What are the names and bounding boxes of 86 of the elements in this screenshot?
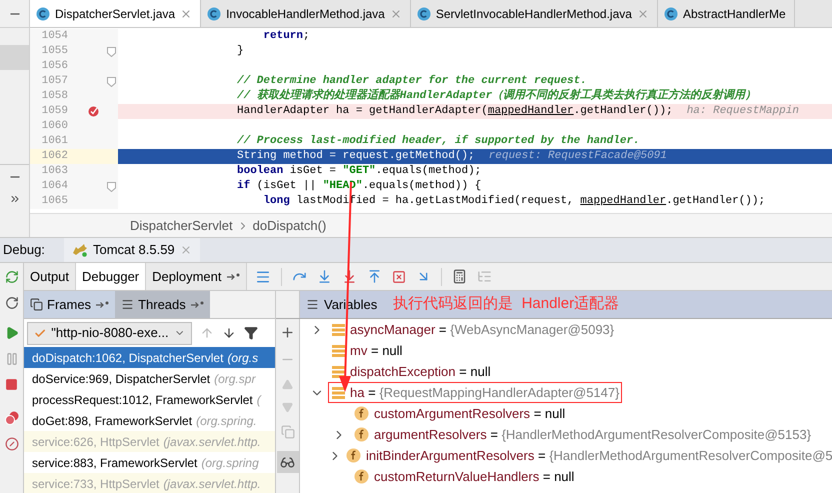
- line-number: 1059: [40, 104, 68, 119]
- pin-arrow-icon[interactable]: [190, 300, 204, 308]
- breakpoint-icon[interactable]: [88, 106, 99, 117]
- check-icon: [34, 326, 46, 340]
- close-icon[interactable]: [180, 8, 192, 20]
- editor-tab[interactable]: DispatcherServlet.java: [30, 0, 202, 27]
- debug-tab[interactable]: Output: [24, 263, 76, 290]
- class-icon: [664, 6, 678, 20]
- close-icon[interactable]: [180, 244, 192, 256]
- glasses-icon: [280, 454, 295, 470]
- list-icon: [306, 298, 319, 311]
- variable-text: ha = {RequestMappingHandlerAdapter@5147}: [350, 384, 620, 402]
- debug-label: Debug:: [2, 241, 46, 260]
- variable-text: mv = null: [350, 342, 402, 360]
- thread-dropdown[interactable]: "http-nio-8080-exe...: [27, 322, 192, 344]
- line-number: 1056: [40, 59, 68, 74]
- variable-icon: [332, 324, 345, 336]
- watches-toggle[interactable]: [276, 451, 298, 473]
- class-icon: [416, 6, 431, 20]
- class-icon: [207, 6, 222, 20]
- line-number: 1063: [40, 164, 68, 179]
- step-into-icon[interactable]: [316, 269, 332, 284]
- restart-icon[interactable]: [4, 296, 18, 310]
- variable-text: customReturnValueHandlers = null: [374, 468, 574, 486]
- field-icon: [354, 427, 369, 442]
- close-icon[interactable]: [636, 8, 649, 20]
- stop-icon[interactable]: [5, 378, 18, 391]
- field-icon: [354, 406, 369, 421]
- line-number: 1061: [40, 134, 68, 149]
- force-step-into-icon[interactable]: [342, 269, 357, 284]
- breadcrumb-item[interactable]: doDispatch(): [252, 216, 326, 236]
- variable-text: dispatchException = null: [350, 362, 491, 381]
- resume-icon[interactable]: [4, 326, 18, 340]
- code-line: }: [237, 45, 244, 57]
- code-line: return;: [262, 30, 310, 42]
- line-number: 1055: [40, 44, 68, 59]
- calculator-icon[interactable]: [452, 269, 467, 284]
- step-out-icon[interactable]: [366, 269, 382, 284]
- panel-tab[interactable]: Frames: [24, 291, 116, 318]
- frames-icon: [30, 298, 43, 311]
- breakpoints-icon[interactable]: [4, 411, 18, 425]
- pin-arrow-icon[interactable]: [226, 272, 240, 280]
- code-line: boolean isGet = "GET".equals(method);: [237, 165, 482, 177]
- variable-text: argumentResolvers = {HandlerMethodArgumentResolverComposite@5153}: [374, 426, 812, 444]
- line-number: 1057: [40, 74, 68, 89]
- code-line: // Determine handler adapter for the current request.: [237, 75, 587, 87]
- drop-frame-icon[interactable]: [392, 270, 406, 284]
- session-tab[interactable]: Tomcat 8.5.59: [64, 238, 200, 262]
- frame-row[interactable]: doDispatch:1062, DispatcherServlet (org.s: [24, 347, 275, 368]
- close-icon[interactable]: [390, 8, 402, 20]
- filter-icon[interactable]: [244, 326, 258, 340]
- add-icon[interactable]: [280, 325, 295, 340]
- menu-icon[interactable]: [254, 268, 271, 284]
- more-icon[interactable]: [8, 193, 20, 205]
- breadcrumb-item[interactable]: DispatcherServlet: [130, 216, 233, 236]
- code-line: // 获取处理请求的处理器适配器HandlerAdapter（调用不同的反射工具类去执行真正方法的反射调用）: [237, 90, 756, 102]
- line-number: 1054: [40, 29, 68, 44]
- rerun-icon[interactable]: [4, 270, 18, 284]
- variable-text: customArgumentResolvers = null: [374, 404, 566, 423]
- line-number: 1062: [40, 149, 68, 164]
- pin-arrow-icon[interactable]: [95, 300, 110, 308]
- debug-tab[interactable]: Debugger: [76, 263, 146, 290]
- pause-icon[interactable]: [4, 352, 18, 366]
- variable-text: initBinderArgumentResolvers = {HandlerMethodArgumentResolverComposite@5: [366, 446, 832, 465]
- variable-text: asyncManager = {WebAsyncManager@5093}: [350, 320, 614, 339]
- debug-tab[interactable]: Deployment: [146, 263, 247, 290]
- fold-marker-icon[interactable]: [107, 76, 116, 86]
- line-number: 1064: [40, 179, 68, 194]
- code-line: String method = request.getMethod(); request: RequestFacade@5091: [237, 150, 667, 162]
- line-number: 1060: [40, 119, 68, 134]
- variable-icon: [332, 386, 345, 398]
- code-line: // Process last-modified header, if supported by the handler.: [237, 135, 640, 147]
- line-number: 1058: [40, 89, 68, 104]
- class-icon: [36, 6, 50, 20]
- variable-icon: [332, 366, 345, 378]
- field-icon: [354, 469, 369, 484]
- mute-icon[interactable]: [4, 437, 18, 451]
- line-number: 1065: [40, 194, 68, 209]
- annotation-text: 执行代码返回的是 Handler适配器: [393, 294, 620, 314]
- panel-tab[interactable]: Threads: [115, 291, 210, 318]
- threads-icon: [121, 298, 134, 311]
- variable-icon: [332, 344, 345, 356]
- field-icon: [346, 448, 361, 463]
- fold-marker-icon[interactable]: [107, 46, 116, 56]
- fold-marker-icon[interactable]: [107, 182, 116, 192]
- code-line: HandlerAdapter ha = getHandlerAdapter(mappedHandler.getHandler()); ha: RequestMappin: [237, 105, 799, 117]
